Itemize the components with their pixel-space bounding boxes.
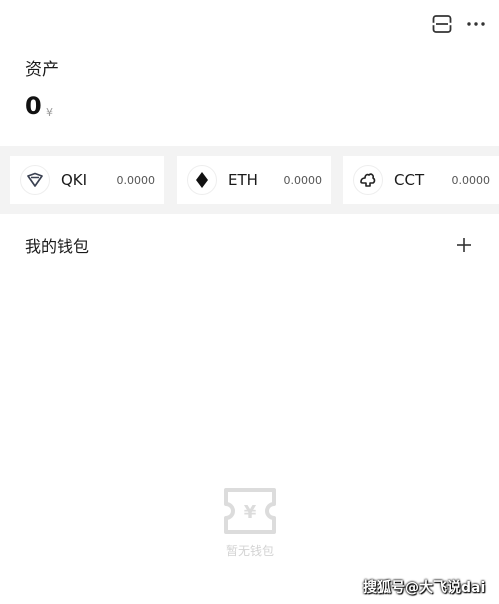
assets-title: 资产 [25,60,59,80]
cct-logo-icon [353,165,383,195]
add-wallet-button[interactable] [451,232,477,258]
coin-name: CCT [394,171,425,189]
coin-card-qki[interactable]: QKI 0.0000 [10,156,164,204]
coin-name: QKI [61,171,88,189]
coin-card-eth[interactable]: ETH 0.0000 [177,156,331,204]
qki-logo-icon [20,165,50,195]
scan-button[interactable] [428,10,456,38]
plus-icon [457,238,471,252]
more-button[interactable] [462,10,490,38]
top-bar [0,0,499,48]
svg-text:¥: ¥ [244,502,257,523]
more-dots-icon [467,22,485,26]
scan-icon [432,15,452,33]
eth-logo-icon [187,165,217,195]
coin-list: QKI 0.0000 ETH 0.0000 CCT 0.0000 [0,146,499,214]
coin-name: ETH [228,171,258,189]
coin-amount: 0.0000 [451,173,491,187]
coin-card-cct[interactable]: CCT 0.0000 [343,156,499,204]
empty-wallet-text: 暂无钱包 [225,544,274,558]
watermark: 搜狐号@大飞说dai [363,580,486,596]
empty-wallet-state: ¥ 暂无钱包 [200,486,300,559]
coin-amount: 0.0000 [283,173,323,187]
coin-amount: 0.0000 [116,173,156,187]
my-wallets-title: 我的钱包 [25,237,90,256]
assets-total-value: 0 [25,92,42,120]
empty-wallet-ticket-icon: ¥ [224,488,276,534]
assets-currency-symbol: ¥ [46,106,53,119]
